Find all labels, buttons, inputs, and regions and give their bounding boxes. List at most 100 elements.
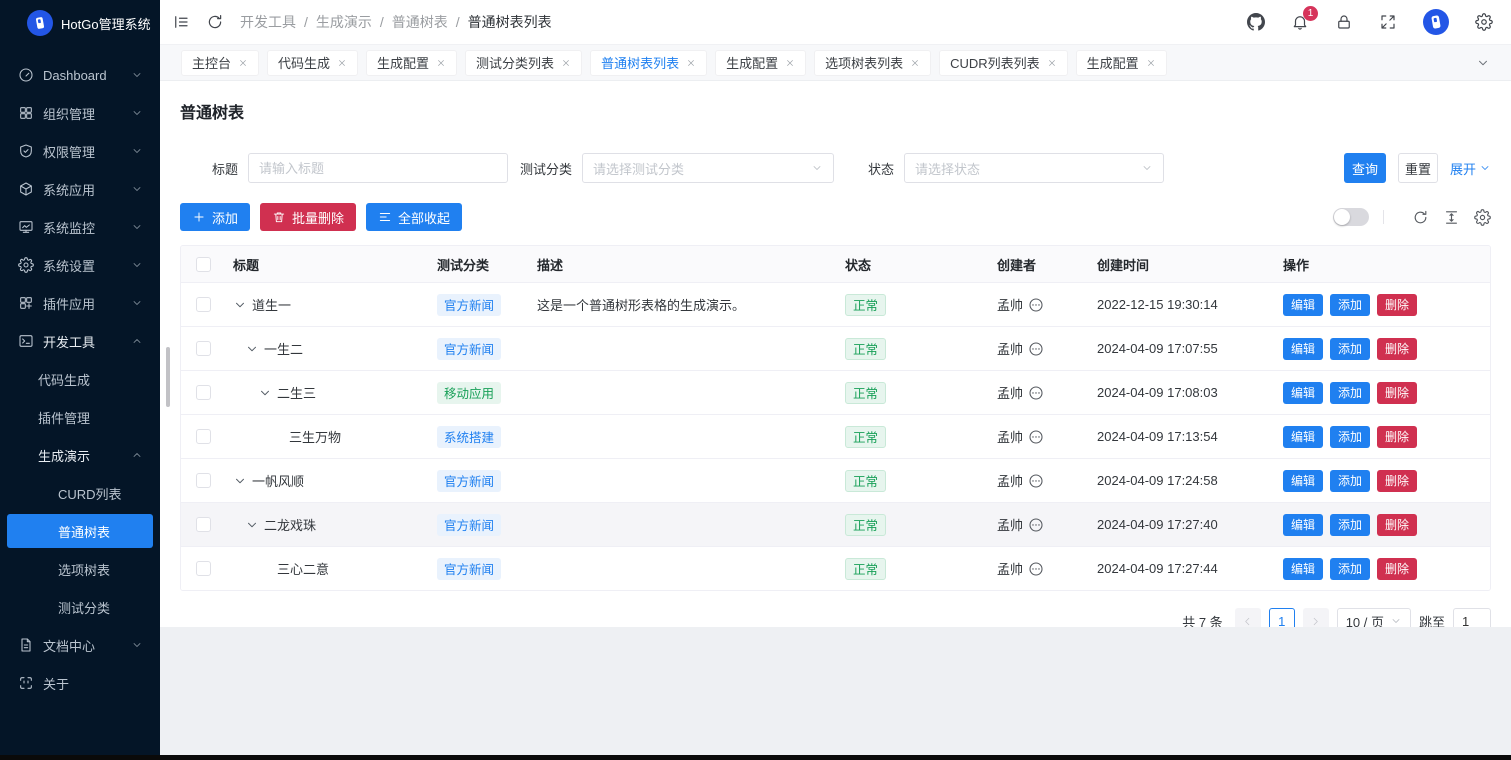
creator-more-icon[interactable] (1028, 341, 1044, 357)
page-1-button[interactable]: 1 (1269, 608, 1295, 627)
sidebar-item-settings[interactable]: 系统设置 (7, 248, 153, 282)
sidebar-item-devtools[interactable]: 开发工具 (7, 324, 153, 358)
tab-item[interactable]: 主控台 (181, 50, 259, 76)
delete-button[interactable]: 删除 (1377, 514, 1417, 536)
delete-button[interactable]: 删除 (1377, 294, 1417, 316)
tab-item[interactable]: 代码生成 (267, 50, 358, 76)
sidebar-item-test-category[interactable]: 测试分类 (7, 590, 153, 624)
add-button[interactable]: 添加 (180, 203, 250, 231)
tree-expand-chevron-icon[interactable] (245, 518, 259, 532)
breadcrumb-item[interactable]: 普通树表 (392, 12, 448, 32)
sidebar-item-monitor[interactable]: 系统监控 (7, 210, 153, 244)
notification-bell[interactable]: 1 (1291, 13, 1309, 31)
creator-more-icon[interactable] (1028, 385, 1044, 401)
close-icon[interactable] (1047, 58, 1057, 68)
sidebar-item-about[interactable]: 关于 (7, 666, 153, 700)
delete-button[interactable]: 删除 (1377, 426, 1417, 448)
creator-more-icon[interactable] (1028, 473, 1044, 489)
edit-button[interactable]: 编辑 (1283, 294, 1323, 316)
row-checkbox[interactable] (196, 385, 211, 400)
close-icon[interactable] (910, 58, 920, 68)
sidebar-item-org[interactable]: 组织管理 (7, 96, 153, 130)
tab-item[interactable]: 生成配置 (366, 50, 457, 76)
status-filter-select[interactable]: 请选择状态 (904, 153, 1164, 183)
select-all-checkbox[interactable] (196, 257, 211, 272)
close-icon[interactable] (561, 58, 571, 68)
logo[interactable]: HotGo管理系统 (0, 0, 160, 46)
edit-button[interactable]: 编辑 (1283, 426, 1323, 448)
sidebar-item-plugin-manage[interactable]: 插件管理 (7, 400, 153, 434)
batch-delete-button[interactable]: 批量删除 (260, 203, 356, 231)
close-icon[interactable] (1146, 58, 1156, 68)
reload-icon[interactable] (206, 13, 224, 31)
lock-icon[interactable] (1335, 13, 1353, 31)
edit-button[interactable]: 编辑 (1283, 470, 1323, 492)
fullscreen-icon[interactable] (1379, 13, 1397, 31)
scrollbar-thumb[interactable] (166, 347, 170, 407)
creator-more-icon[interactable] (1028, 429, 1044, 445)
row-checkbox[interactable] (196, 473, 211, 488)
row-checkbox[interactable] (196, 341, 211, 356)
tab-item[interactable]: CUDR列表列表 (939, 50, 1068, 76)
jump-page-input[interactable] (1453, 608, 1491, 627)
edit-button[interactable]: 编辑 (1283, 558, 1323, 580)
search-button[interactable]: 查询 (1344, 153, 1386, 183)
close-icon[interactable] (436, 58, 446, 68)
sidebar-item-system-app[interactable]: 系统应用 (7, 172, 153, 206)
row-checkbox[interactable] (196, 297, 211, 312)
sidebar-item-curd-list[interactable]: CURD列表 (7, 476, 153, 510)
sidebar-item-tree-table[interactable]: 普通树表 (7, 514, 153, 548)
breadcrumb-item[interactable]: 开发工具 (240, 12, 296, 32)
avatar[interactable] (1423, 9, 1449, 35)
creator-more-icon[interactable] (1028, 517, 1044, 533)
page-size-select[interactable]: 10 / 页 (1337, 608, 1411, 627)
reset-button[interactable]: 重置 (1398, 153, 1438, 183)
sidebar-item-dashboard[interactable]: Dashboard (7, 58, 153, 92)
title-filter-input[interactable] (248, 153, 508, 183)
close-icon[interactable] (238, 58, 248, 68)
sidebar-item-gen-demo[interactable]: 生成演示 (7, 438, 153, 472)
edit-button[interactable]: 编辑 (1283, 382, 1323, 404)
sidebar-item-code-gen[interactable]: 代码生成 (7, 362, 153, 396)
row-checkbox[interactable] (196, 517, 211, 532)
delete-button[interactable]: 删除 (1377, 470, 1417, 492)
delete-button[interactable]: 删除 (1377, 338, 1417, 360)
collapse-all-button[interactable]: 全部收起 (366, 203, 462, 231)
next-page-button[interactable] (1303, 608, 1329, 627)
sidebar-item-docs[interactable]: 文档中心 (7, 628, 153, 662)
add-child-button[interactable]: 添加 (1330, 514, 1370, 536)
column-settings-gear-icon[interactable] (1474, 209, 1491, 226)
refresh-table-icon[interactable] (1412, 209, 1429, 226)
github-icon[interactable] (1247, 13, 1265, 31)
sidebar-item-permission[interactable]: 权限管理 (7, 134, 153, 168)
add-child-button[interactable]: 添加 (1330, 294, 1370, 316)
delete-button[interactable]: 删除 (1377, 382, 1417, 404)
delete-button[interactable]: 删除 (1377, 558, 1417, 580)
settings-gear-icon[interactable] (1475, 13, 1493, 31)
tab-item[interactable]: 选项树表列表 (814, 50, 931, 76)
add-child-button[interactable]: 添加 (1330, 338, 1370, 360)
close-icon[interactable] (686, 58, 696, 68)
creator-more-icon[interactable] (1028, 297, 1044, 313)
row-height-icon[interactable] (1443, 209, 1460, 226)
add-child-button[interactable]: 添加 (1330, 426, 1370, 448)
striped-toggle[interactable] (1333, 208, 1369, 226)
add-child-button[interactable]: 添加 (1330, 558, 1370, 580)
menu-collapse-icon[interactable] (172, 13, 190, 31)
sidebar-item-option-tree[interactable]: 选项树表 (7, 552, 153, 586)
breadcrumb-item[interactable]: 生成演示 (316, 12, 372, 32)
tree-expand-chevron-icon[interactable] (233, 474, 247, 488)
tab-item[interactable]: 生成配置 (715, 50, 806, 76)
tab-item[interactable]: 测试分类列表 (465, 50, 582, 76)
edit-button[interactable]: 编辑 (1283, 514, 1323, 536)
tab-item[interactable]: 生成配置 (1076, 50, 1167, 76)
close-icon[interactable] (337, 58, 347, 68)
tree-expand-chevron-icon[interactable] (233, 298, 247, 312)
tree-expand-chevron-icon[interactable] (258, 386, 272, 400)
tree-expand-chevron-icon[interactable] (245, 342, 259, 356)
creator-more-icon[interactable] (1028, 561, 1044, 577)
tabs-dropdown-chevron-icon[interactable] (1476, 56, 1490, 70)
sidebar-item-plugins[interactable]: 插件应用 (7, 286, 153, 320)
add-child-button[interactable]: 添加 (1330, 470, 1370, 492)
expand-filters-link[interactable]: 展开 (1450, 159, 1491, 178)
